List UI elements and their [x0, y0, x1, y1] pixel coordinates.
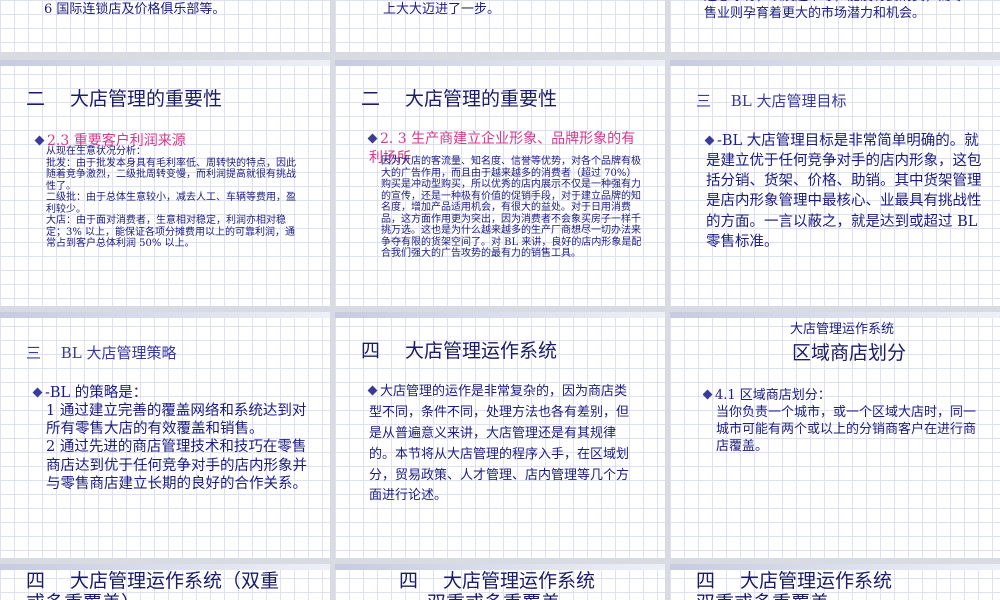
- slide-12-title-line-2: 双重或多重覆盖: [696, 592, 829, 600]
- slide-3: 还忽冰有，以及超市等，能没有要消费，而零 售业则孕育着更大的市场潜力和机会。: [670, 0, 1000, 52]
- slide-3-text: 还忽冰有，以及超市等，能没有要消费，而零 售业则孕育着更大的市场潜力和机会。: [704, 0, 964, 21]
- slide-9-header-small: 大店管理运作系统: [790, 322, 895, 337]
- slide-10: 四 大店管理运作系统（双重 或多重覆盖）: [0, 564, 330, 600]
- slide-1: 6 国际连锁店及价格俱乐部等。: [0, 0, 330, 52]
- diamond-bullet-icon: [367, 133, 378, 144]
- slide-top-band: [335, 60, 665, 66]
- slide-7-line-1: -BL 的策略是：: [45, 385, 148, 401]
- diamond-bullet-icon: [702, 389, 713, 400]
- slide-10-title-line-2: 或多重覆盖）: [26, 592, 140, 600]
- diamond-bullet-icon: [367, 385, 378, 396]
- slide-8-body-row: 大店管理的运作是非常复杂的，因为商店类型不同，条件不同，处理方法也各有差别，但是…: [367, 380, 633, 505]
- slide-5: 二 大店管理的重要性 2. 3 生产商建立企业形象、品牌形象的有利场所 因为大店…: [335, 60, 665, 306]
- slide-7-line-2: 1 通过建立完善的覆盖网络和系统达到对所有零售大店的有效覆盖和销售。: [46, 403, 307, 438]
- slide-4: 二 大店管理的重要性 2.3 重要客户利润来源 从现在生意状况分析： 批发：由于…: [0, 60, 330, 306]
- slide-top-band: [670, 312, 1000, 318]
- slide-12: 四 大店管理运作系统 双重或多重覆盖: [670, 564, 1000, 600]
- slide-8: 四 大店管理运作系统 大店管理的运作是非常复杂的，因为商店类型不同，条件不同，处…: [335, 312, 665, 558]
- slide-top-band: [670, 60, 1000, 66]
- slide-7-title: 三 BL 大店管理策略: [26, 344, 177, 362]
- diamond-bullet-icon: [34, 135, 45, 146]
- slide-2: 上大大迈进了一步。: [335, 0, 665, 52]
- slide-7: 三 BL 大店管理策略 -BL 的策略是： 1 通过建立完善的覆盖网络和系统达到…: [0, 312, 330, 558]
- slide-2-text: 上大大迈进了一步。: [383, 2, 501, 17]
- slide-9-body-row: 4.1 区域商店划分： 当你负责一个城市，或一个区域大店时，同一城市可能有两个或…: [702, 384, 980, 456]
- slide-9-lead: 4.1 区域商店划分：: [715, 388, 831, 403]
- slide-12-title: 四 大店管理运作系统: [696, 570, 893, 592]
- slide-5-body: 因为大店的客流量、知名度、信誉等优势，对各个品牌有极大的广告作用，而且由于越来越…: [381, 156, 642, 259]
- slide-top-band: [335, 312, 665, 318]
- diamond-bullet-icon: [704, 135, 715, 146]
- slide-9-title: 区域商店划分: [792, 342, 907, 364]
- slide-7-line-3: 2 通过先进的商店管理技术和技巧在零售商店达到优于任何竞争对手的店内形象并与零售…: [46, 439, 307, 492]
- slide-10-title: 四 大店管理运作系统（双重: [26, 570, 280, 592]
- slide-6-title: 三 BL 大店管理目标: [696, 92, 847, 110]
- slide-8-body: 大店管理的运作是非常复杂的，因为商店类型不同，条件不同，处理方法也各有差别，但是…: [369, 384, 630, 504]
- slide-9: 大店管理运作系统 区域商店划分 4.1 区域商店划分： 当你负责一个城市，或一个…: [670, 312, 1000, 558]
- slide-6-body-row: -BL 大店管理目标是非常简单明确的。就是建立优于任何竞争对手的店内形象，这包括…: [704, 130, 982, 251]
- slide-7-body-row: -BL 的策略是： 1 通过建立完善的覆盖网络和系统达到对所有零售大店的有效覆盖…: [32, 382, 310, 493]
- diamond-bullet-icon: [32, 387, 43, 398]
- slide-9-body: 当你负责一个城市，或一个区域大店时，同一城市可能有两个或以上的分销商客户在进行商…: [716, 404, 977, 454]
- slide-8-title: 四 大店管理运作系统: [361, 340, 558, 362]
- slide-6: 三 BL 大店管理目标 -BL 大店管理目标是非常简单明确的。就是建立优于任何竞…: [670, 60, 1000, 306]
- slide-11-title-line-2: 双重或多重覆盖: [427, 592, 560, 600]
- slide-5-title: 二 大店管理的重要性: [361, 88, 558, 110]
- slide-1-text: 6 国际连锁店及价格俱乐部等。: [44, 2, 226, 17]
- slide-top-band: [0, 312, 330, 318]
- slide-11: 四 大店管理运作系统 双重或多重覆盖: [335, 564, 665, 600]
- slide-4-title: 二 大店管理的重要性: [26, 88, 223, 110]
- slide-6-body: -BL 大店管理目标是非常简单明确的。就是建立优于任何竞争对手的店内形象，这包括…: [706, 133, 982, 250]
- slide-11-title: 四 大店管理运作系统: [399, 570, 596, 592]
- slide-top-band: [0, 60, 330, 66]
- slide-4-body: 从现在生意状况分析： 批发：由于批发本身具有毛利率低、周转快的特点，因此随着竞争…: [46, 146, 296, 249]
